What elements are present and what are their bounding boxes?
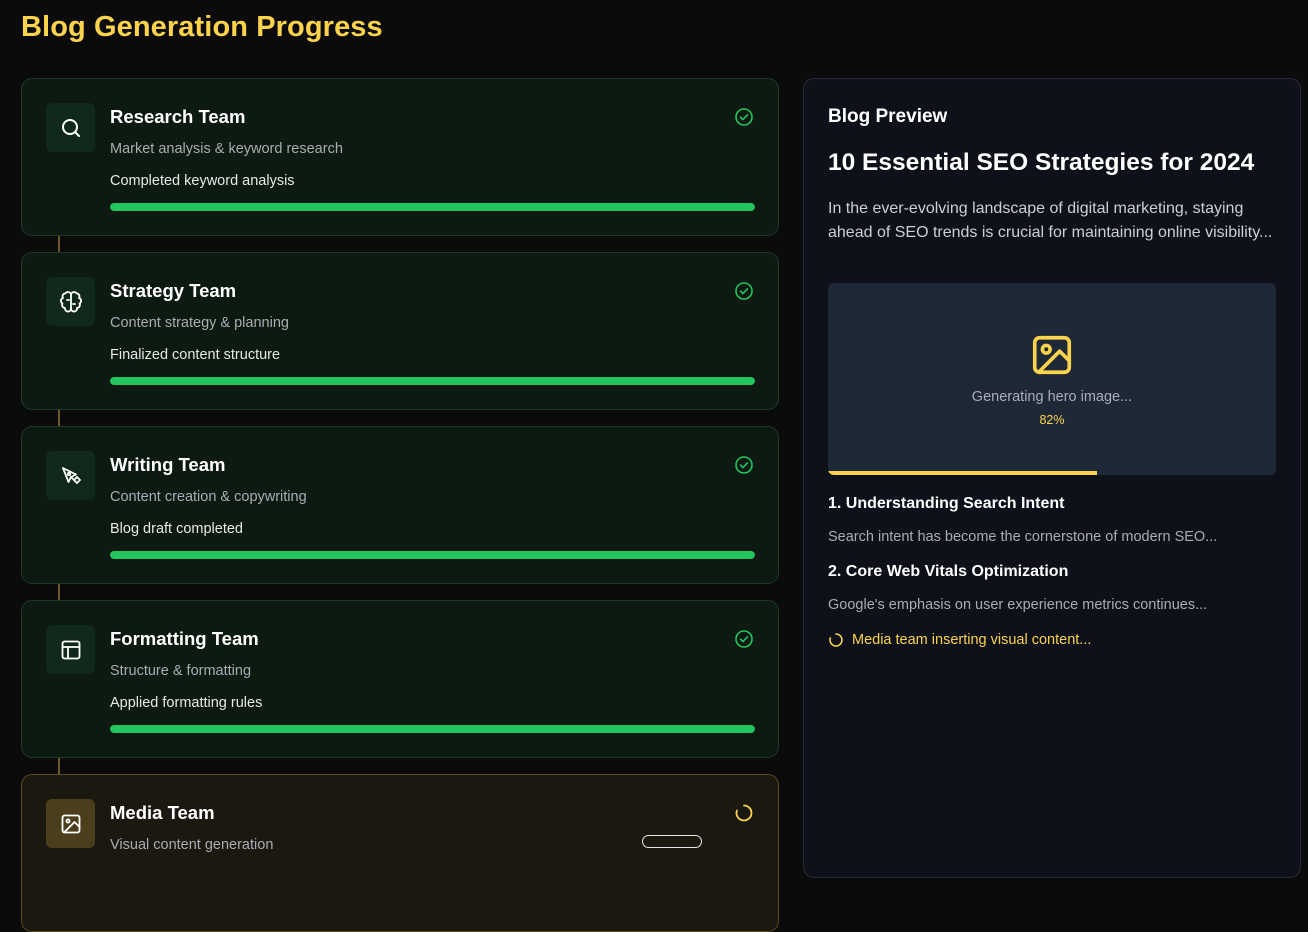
- team-progress-bar: [110, 551, 755, 559]
- progress-fill: [110, 203, 755, 211]
- layout-icon: [46, 625, 95, 674]
- image-icon: [1032, 335, 1072, 375]
- team-status: Applied formatting rules: [110, 695, 263, 711]
- timeline-connector: [58, 757, 60, 774]
- team-description: Visual content generation: [110, 837, 274, 853]
- progress-fill: [110, 377, 755, 385]
- image-icon: [46, 799, 95, 848]
- team-description: Market analysis & keyword research: [110, 141, 343, 157]
- section-title: 1. Understanding Search Intent: [828, 495, 1065, 512]
- hero-progress-bar: [828, 471, 1097, 475]
- check-circle-icon: [735, 456, 753, 474]
- team-name: Media Team: [110, 802, 215, 823]
- team-status: Blog draft completed: [110, 521, 243, 537]
- loading-pill: [642, 835, 702, 848]
- team-card-formatting[interactable]: Formatting Team Structure & formatting A…: [21, 600, 779, 758]
- article-title: 10 Essential SEO Strategies for 2024: [828, 149, 1255, 176]
- team-progress-bar: [110, 203, 755, 211]
- team-status: Completed keyword analysis: [110, 173, 295, 189]
- page-title: Blog Generation Progress: [21, 11, 383, 43]
- timeline-connector: [58, 235, 60, 252]
- hero-percent: 82%: [1039, 413, 1065, 427]
- section-title: 2. Core Web Vitals Optimization: [828, 563, 1069, 580]
- team-card-writing[interactable]: Writing Team Content creation & copywrit…: [21, 426, 779, 584]
- team-progress-bar: [110, 725, 755, 733]
- pen-tool-icon: [46, 451, 95, 500]
- progress-fill: [110, 551, 755, 559]
- brain-icon: [46, 277, 95, 326]
- section-text: Search intent has become the cornerstone…: [828, 529, 1218, 545]
- team-name: Research Team: [110, 106, 246, 127]
- media-status-text: Media team inserting visual content...: [852, 632, 1092, 648]
- team-card-research[interactable]: Research Team Market analysis & keyword …: [21, 78, 779, 236]
- team-name: Formatting Team: [110, 628, 259, 649]
- team-name: Writing Team: [110, 454, 226, 475]
- article-intro: In the ever-evolving landscape of digita…: [828, 200, 1273, 241]
- team-description: Content strategy & planning: [110, 315, 289, 331]
- team-card-strategy[interactable]: Strategy Team Content strategy & plannin…: [21, 252, 779, 410]
- hero-status-text: Generating hero image...: [971, 389, 1133, 405]
- team-progress-bar: [110, 377, 755, 385]
- team-description: Content creation & copywriting: [110, 489, 307, 505]
- progress-fill: [110, 725, 755, 733]
- team-card-media[interactable]: Media Team Visual content generation: [21, 774, 779, 932]
- blog-preview-panel: Blog Preview 10 Essential SEO Strategies…: [803, 78, 1301, 878]
- check-circle-icon: [735, 108, 753, 126]
- team-description: Structure & formatting: [110, 663, 252, 679]
- timeline-connector: [58, 409, 60, 426]
- loader-icon: [829, 633, 843, 647]
- team-name: Strategy Team: [110, 280, 237, 301]
- team-status: Finalized content structure: [110, 347, 281, 363]
- timeline-connector: [58, 583, 60, 600]
- media-status: Media team inserting visual content...: [828, 632, 1091, 648]
- check-circle-icon: [735, 282, 753, 300]
- loader-icon: [735, 804, 753, 822]
- hero-image-placeholder: Generating hero image... 82%: [828, 283, 1276, 475]
- search-icon: [46, 103, 95, 152]
- section-text: Google's emphasis on user experience met…: [828, 597, 1208, 613]
- preview-heading: Blog Preview: [828, 106, 948, 127]
- check-circle-icon: [735, 630, 753, 648]
